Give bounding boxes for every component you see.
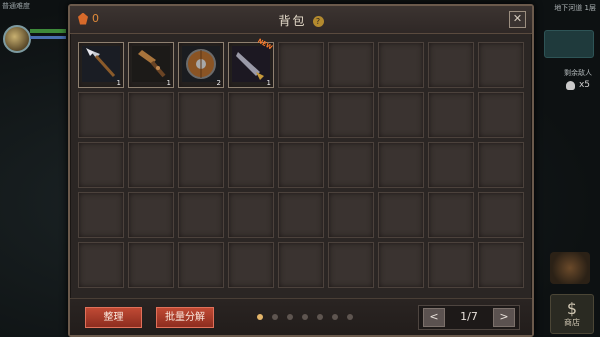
inventory-slot[interactable] (278, 192, 324, 238)
floor-label: 地下河道 1层 (554, 4, 596, 12)
spear-icon (82, 46, 120, 82)
panel-title: 背包 (278, 14, 307, 28)
enemy-count-value: x5 (578, 80, 590, 90)
inventory-slot[interactable] (328, 242, 374, 288)
inventory-slot[interactable] (78, 92, 124, 138)
inventory-slot[interactable] (328, 192, 374, 238)
inventory-slot[interactable] (128, 192, 174, 238)
item-count: 2 (216, 79, 221, 87)
mp-bar (30, 36, 66, 39)
shop-button[interactable]: $ 商店 (550, 294, 594, 334)
batch-decompose-button[interactable]: 批量分解 (156, 307, 214, 328)
inventory-slot[interactable] (228, 192, 274, 238)
close-button[interactable]: ✕ (509, 11, 526, 28)
hud-right: 地下河道 1层 剩余敌人 x5 $ 商店 (530, 0, 600, 337)
inventory-slot[interactable] (478, 42, 524, 88)
panel-footer: 整理 批量分解 < 1/7 > (70, 298, 532, 335)
inventory-slot[interactable] (478, 242, 524, 288)
dollar-icon: $ (566, 298, 578, 318)
inventory-slot[interactable] (178, 142, 224, 188)
item-count: 1 (166, 79, 171, 87)
inventory-slot[interactable] (328, 42, 374, 88)
inventory-grid: 1 1 2 1 NEW (78, 38, 524, 288)
inventory-slot[interactable] (378, 192, 424, 238)
round-shield-icon (182, 46, 220, 82)
blade-icon (232, 46, 270, 82)
hud-left: 普通难度 (0, 0, 68, 337)
panel-header: 0 背包? ✕ (70, 6, 532, 34)
page-dot[interactable] (287, 314, 293, 320)
inventory-slot[interactable] (328, 142, 374, 188)
inventory-slot[interactable] (378, 242, 424, 288)
inventory-slot-round-shield[interactable]: 2 (178, 42, 224, 88)
inventory-slot[interactable] (278, 92, 324, 138)
inventory-slot[interactable] (78, 142, 124, 188)
inventory-slot[interactable] (228, 92, 274, 138)
inventory-slot-spear[interactable]: 1 (78, 42, 124, 88)
inventory-slot[interactable] (428, 92, 474, 138)
inventory-slot[interactable] (428, 142, 474, 188)
hp-bar (30, 29, 66, 33)
inventory-slot[interactable] (378, 92, 424, 138)
item-count: 1 (266, 79, 271, 87)
page-dot[interactable] (347, 314, 353, 320)
inventory-slot[interactable] (428, 242, 474, 288)
inventory-slot[interactable] (178, 92, 224, 138)
enemy-count: x5 (565, 80, 590, 90)
help-icon[interactable]: ? (312, 16, 324, 27)
next-page-button[interactable]: > (493, 308, 515, 327)
inventory-slot[interactable] (478, 92, 524, 138)
inventory-slot[interactable] (278, 42, 324, 88)
page-dot[interactable] (257, 314, 263, 320)
difficulty-label: 普通难度 (2, 2, 30, 10)
page-dots (257, 314, 353, 320)
inventory-slot-blade[interactable]: 1 NEW (228, 38, 274, 88)
inventory-slot[interactable] (128, 142, 174, 188)
inventory-slot[interactable] (428, 192, 474, 238)
inventory-slot-wooden-club[interactable]: 1 (128, 42, 174, 88)
page-dot[interactable] (302, 314, 308, 320)
inventory-slot[interactable] (128, 242, 174, 288)
panel-title-row: 背包? (70, 12, 532, 29)
inventory-slot[interactable] (128, 92, 174, 138)
item-count: 1 (116, 79, 121, 87)
inventory-slot[interactable] (178, 192, 224, 238)
inventory-slot[interactable] (178, 242, 224, 288)
inventory-slot[interactable] (278, 242, 324, 288)
page-dot[interactable] (272, 314, 278, 320)
pager: < 1/7 > (418, 305, 520, 330)
event-badge[interactable] (550, 252, 590, 284)
inventory-slot[interactable] (228, 142, 274, 188)
enemies-label: 剩余敌人 (564, 69, 592, 77)
inventory-slot[interactable] (428, 42, 474, 88)
page-dot[interactable] (317, 314, 323, 320)
player-avatar[interactable] (3, 25, 31, 53)
inventory-slot[interactable] (278, 142, 324, 188)
inventory-slot[interactable] (378, 142, 424, 188)
inventory-slot[interactable] (478, 142, 524, 188)
inventory-slot[interactable] (478, 192, 524, 238)
inventory-slot[interactable] (78, 192, 124, 238)
sort-button[interactable]: 整理 (85, 307, 142, 328)
skull-icon (565, 80, 575, 90)
wooden-club-icon (132, 46, 170, 82)
chest-button[interactable] (544, 30, 594, 58)
inventory-slot[interactable] (228, 242, 274, 288)
page-dot[interactable] (332, 314, 338, 320)
inventory-panel: 0 背包? ✕ 1 1 2 1 NEW 整理 批量分解 < 1/7 > (68, 4, 534, 337)
inventory-slot[interactable] (328, 92, 374, 138)
inventory-slot[interactable] (78, 242, 124, 288)
shop-label: 商店 (564, 317, 580, 327)
inventory-slot[interactable] (378, 42, 424, 88)
